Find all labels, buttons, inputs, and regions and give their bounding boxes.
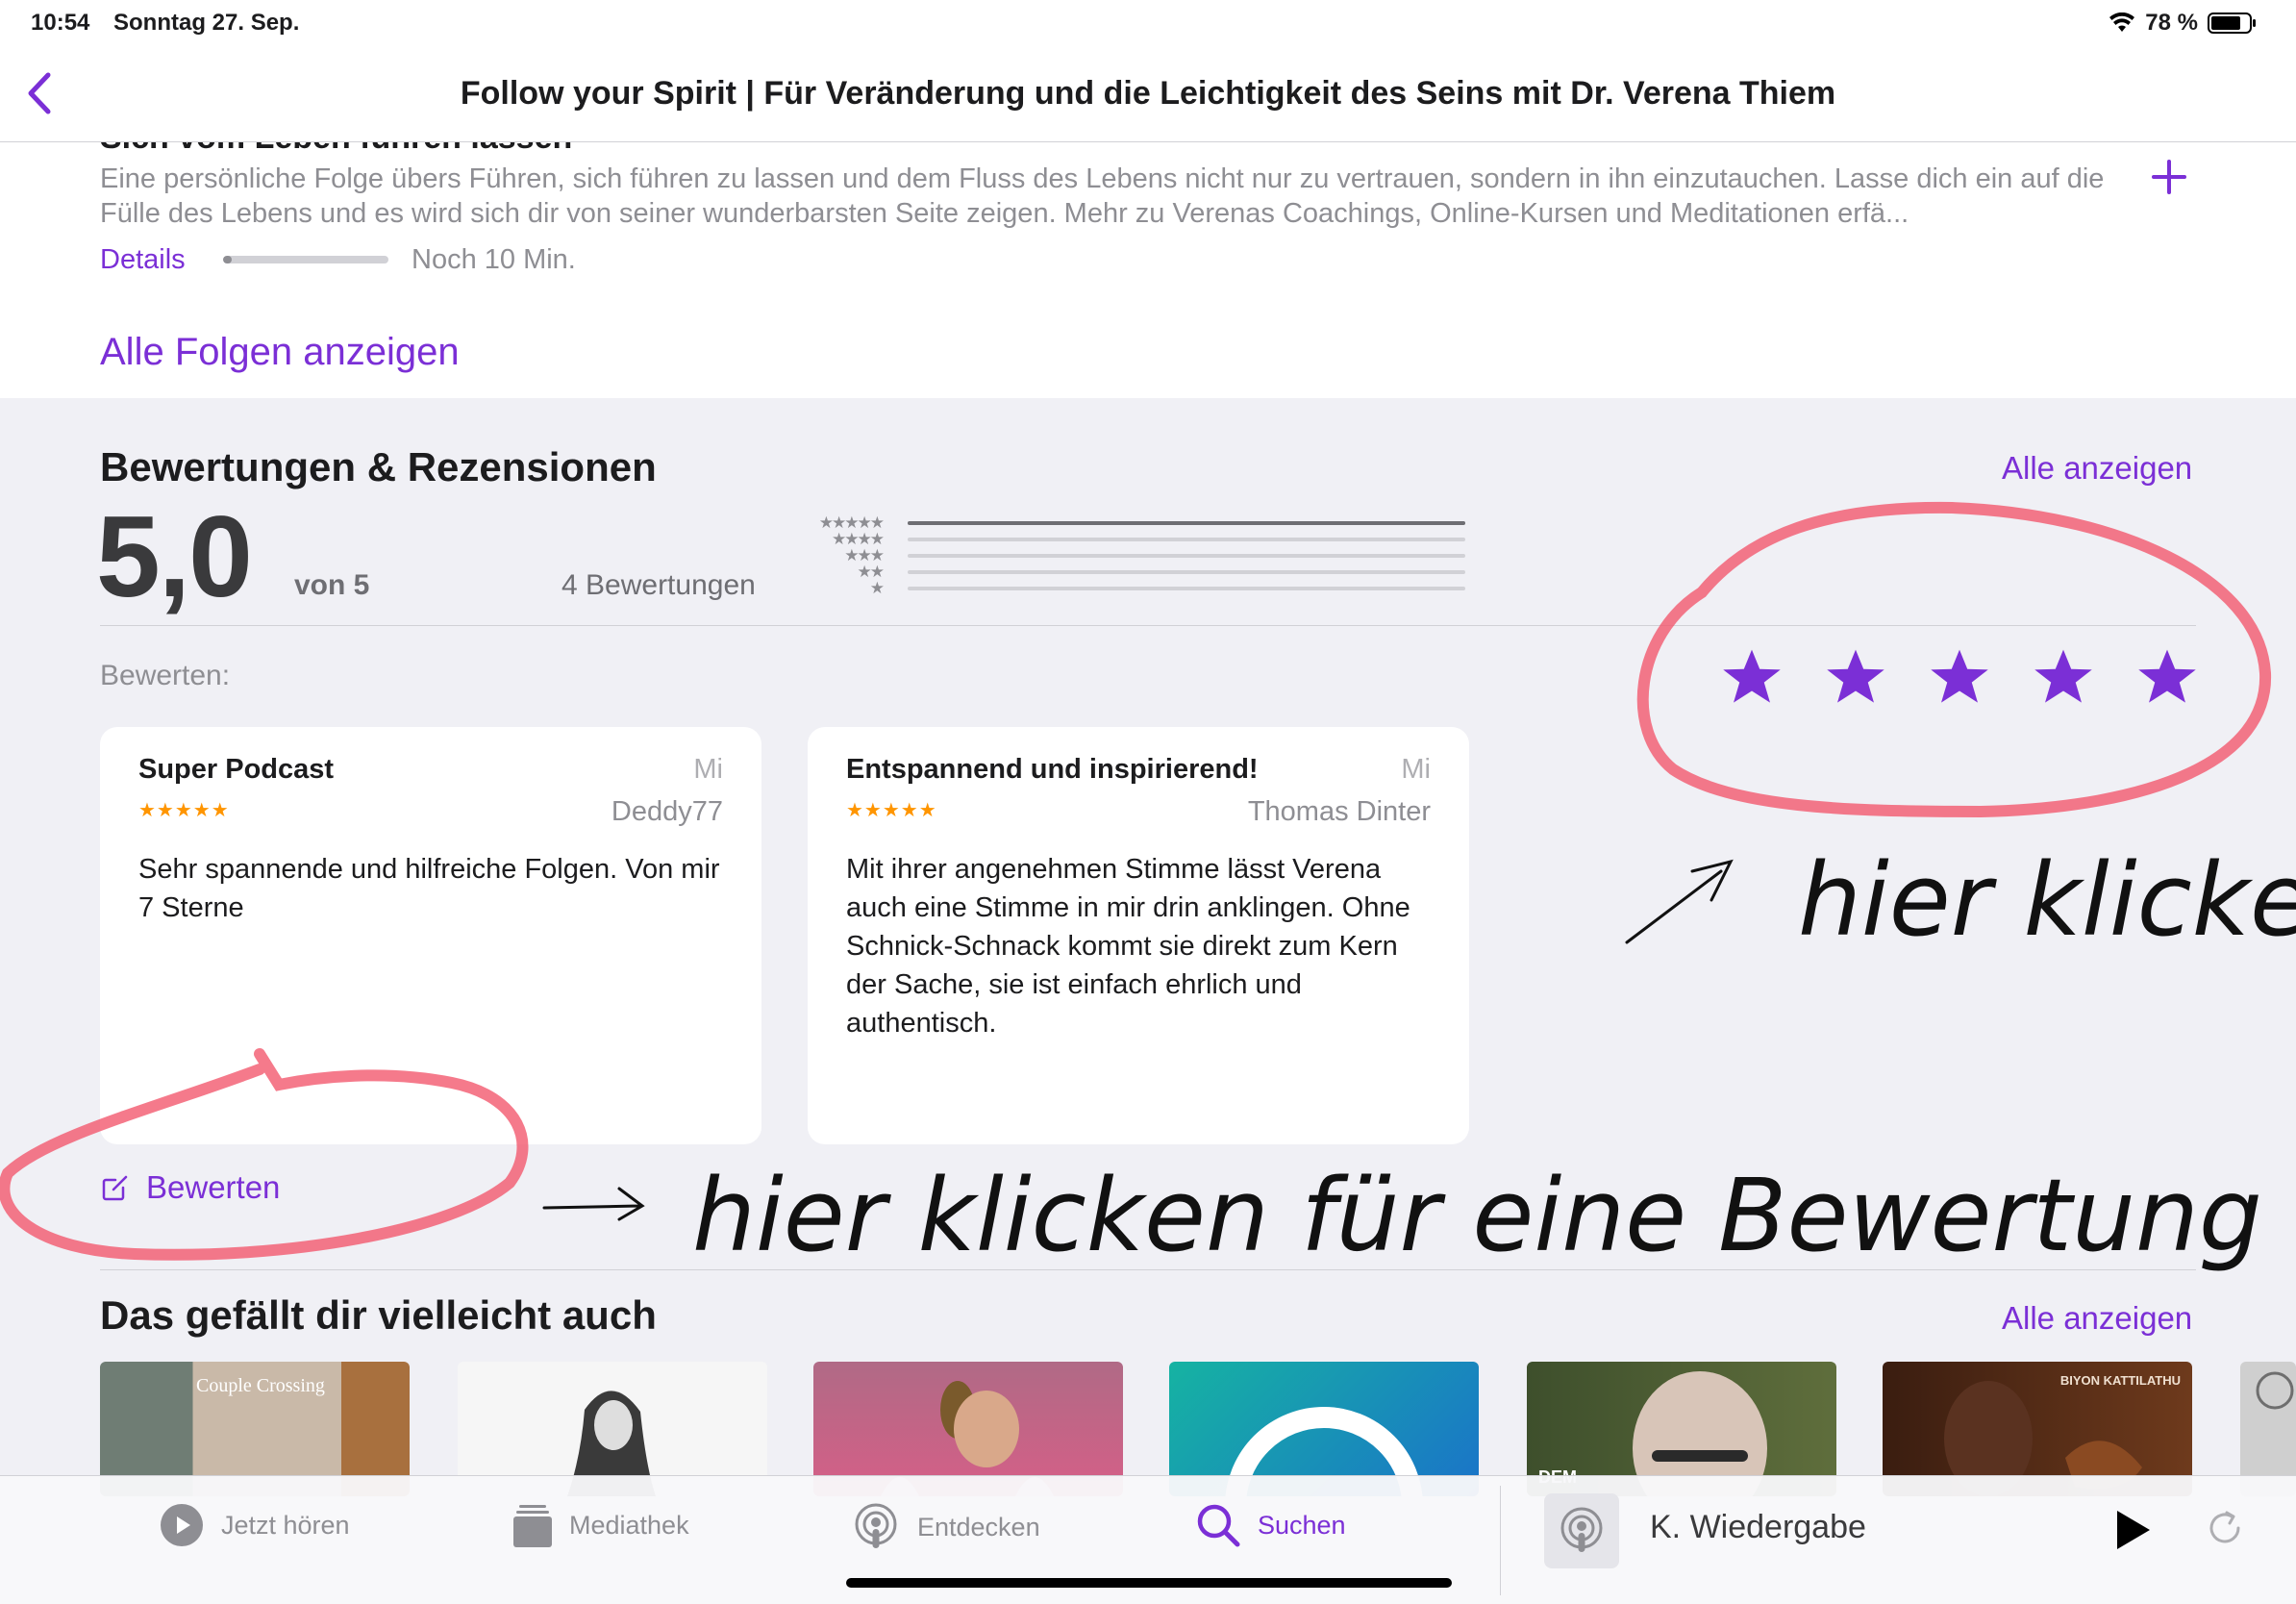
review-date: Mi	[693, 754, 723, 785]
add-plus-icon[interactable]	[2150, 158, 2188, 196]
tap-to-rate-stars[interactable]	[1719, 644, 2200, 721]
tab-browse[interactable]: Entdecken	[852, 1503, 1040, 1551]
episode-title[interactable]: Sich vom Leben führen lassen	[100, 142, 572, 157]
tab-bar: Jetzt hören Mediathek Entdecken Suchen K…	[0, 1475, 2296, 1604]
rating-count: 4 Bewertungen	[562, 569, 756, 601]
time-remaining: Noch 10 Min.	[412, 244, 576, 275]
tab-browse-label: Entdecken	[917, 1512, 1040, 1541]
review-title: Entspannend und inspirierend!	[846, 754, 1259, 785]
content-section: Bewertungen & Rezensionen Alle anzeigen …	[0, 398, 2296, 1496]
navigation-bar: Follow your Spirit | Für Veränderung und…	[0, 46, 2296, 142]
histogram-track	[908, 570, 1465, 574]
histogram-bars	[908, 521, 1465, 590]
home-indicator	[846, 1578, 1452, 1588]
now-playing-title[interactable]: K. Wiedergabe	[1650, 1509, 1866, 1546]
details-link[interactable]: Details	[100, 244, 186, 276]
review-stars: ★★★★★	[138, 800, 230, 821]
divider	[100, 1269, 2196, 1270]
skip-forward-icon[interactable]	[2204, 1507, 2246, 1549]
rate-star-3-icon[interactable]	[1927, 644, 1992, 710]
write-review-button[interactable]: Bewerten	[100, 1169, 280, 1206]
rate-star-5-icon[interactable]	[2134, 644, 2200, 710]
review-body: Sehr spannende und hilfreiche Folgen. Vo…	[138, 854, 720, 923]
histogram-star-label: ★	[870, 579, 885, 597]
recommendations-heading: Das gefällt dir vielleicht auch	[100, 1292, 657, 1338]
all-episodes-link[interactable]: Alle Folgen anzeigen	[100, 331, 460, 374]
divider	[1500, 1486, 1501, 1595]
recommendations-show-all-link[interactable]: Alle anzeigen	[2002, 1300, 2192, 1337]
podcast-icon	[855, 1503, 897, 1548]
rate-star-2-icon[interactable]	[1823, 644, 1888, 710]
status-indicators: 78 %	[2109, 10, 2258, 37]
review-title: Super Podcast	[138, 754, 335, 785]
battery-icon	[2208, 13, 2256, 34]
tab-library[interactable]: Mediathek	[513, 1503, 689, 1547]
average-score: 5,0	[96, 492, 253, 621]
rate-star-1-icon[interactable]	[1719, 644, 1784, 710]
rating-histogram: ★★★★★★★★★★★★★★★	[819, 514, 1465, 597]
score-out-of: von 5	[294, 569, 370, 601]
wifi-icon	[2109, 13, 2135, 32]
divider	[100, 625, 2196, 626]
latest-episode: Sich vom Leben führen lassen Eine persön…	[0, 142, 2296, 398]
tab-search[interactable]: Suchen	[1196, 1503, 1346, 1547]
write-review-label: Bewerten	[146, 1169, 281, 1205]
histogram-bar	[908, 521, 1465, 525]
review-author: Thomas Dinter	[1247, 796, 1431, 827]
rate-star-4-icon[interactable]	[2031, 644, 2096, 710]
status-date: Sonntag 27. Sep.	[113, 10, 300, 36]
episode-description: Eine persönliche Folge übers Führen, sic…	[100, 163, 2105, 229]
review-stars: ★★★★★	[846, 800, 937, 821]
page-title: Follow your Spirit | Für Veränderung und…	[460, 75, 1836, 112]
review-date: Mi	[1401, 754, 1431, 785]
tab-listen-now-label: Jetzt hören	[221, 1510, 350, 1540]
library-stack-icon	[513, 1505, 552, 1547]
status-bar: 10:54 Sonntag 27. Sep. 78 %	[0, 0, 2296, 46]
review-card[interactable]: Super Podcast Mi ★★★★★ Deddy77 Sehr span…	[100, 727, 761, 1144]
play-icon[interactable]	[2115, 1509, 2152, 1551]
tab-library-label: Mediathek	[569, 1510, 689, 1540]
ratings-show-all-link[interactable]: Alle anzeigen	[2002, 450, 2192, 487]
podcast-icon	[1560, 1507, 1603, 1552]
histogram-star-labels: ★★★★★★★★★★★★★★★	[819, 514, 886, 597]
histogram-track	[908, 538, 1465, 541]
rate-label: Bewerten:	[100, 660, 231, 691]
search-icon	[1197, 1504, 1240, 1547]
histogram-track	[908, 554, 1465, 558]
histogram-track	[908, 587, 1465, 590]
status-time: 10:54	[31, 10, 90, 36]
battery-percent: 78 %	[2145, 10, 2198, 36]
tab-search-label: Suchen	[1258, 1510, 1346, 1540]
compose-icon	[102, 1175, 128, 1201]
review-author: Deddy77	[611, 796, 723, 827]
review-body: Mit ihrer angenehmen Stimme lässt Verena…	[846, 854, 1410, 1039]
tab-listen-now[interactable]: Jetzt hören	[160, 1503, 350, 1547]
now-playing-artwork[interactable]	[1544, 1493, 1619, 1568]
review-card[interactable]: Entspannend und inspirierend! Mi ★★★★★ T…	[808, 727, 1469, 1144]
episode-progress-bar	[223, 256, 388, 263]
cover-title: Couple Crossing	[196, 1375, 325, 1396]
play-circle-icon	[161, 1504, 203, 1546]
cover-title: BIYON KATTILATHU	[2059, 1373, 2181, 1388]
episode-progress-fill	[223, 256, 232, 263]
ratings-heading: Bewertungen & Rezensionen	[100, 444, 657, 489]
